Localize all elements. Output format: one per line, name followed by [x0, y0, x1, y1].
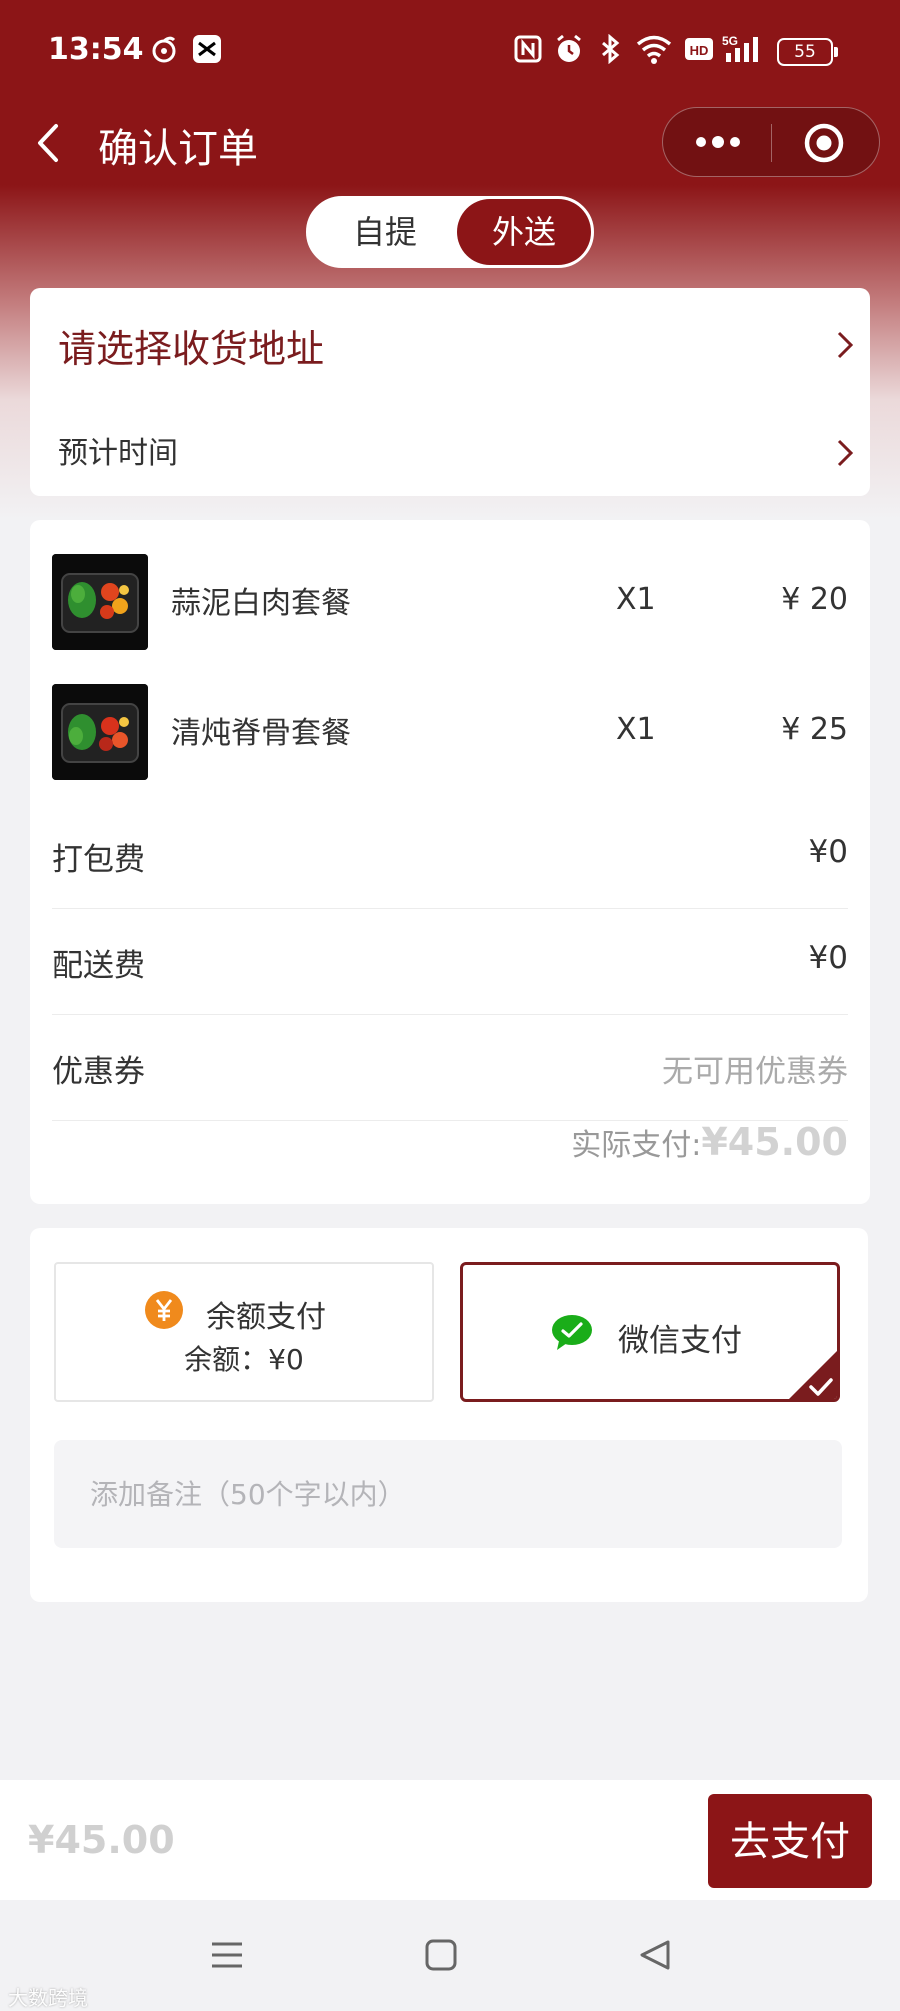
meal-thumbnail-image	[52, 684, 148, 780]
capsule-divider	[771, 124, 772, 162]
balance-pay-option[interactable]: 余额支付 余额：¥0	[54, 1262, 434, 1402]
balance-pay-label: 余额支付	[206, 1300, 326, 1335]
battery-indicator: 55	[777, 38, 838, 66]
bottom-checkout-bar: ¥45.00 去支付	[0, 1780, 900, 1900]
hd-icon: HD	[685, 38, 713, 60]
status-time: 13:54	[48, 32, 144, 67]
delivery-fee-label: 配送费	[52, 948, 145, 984]
go-pay-button[interactable]: 去支付	[708, 1794, 872, 1888]
order-note-input[interactable]	[54, 1440, 842, 1548]
wechat-pay-label: 微信支付	[618, 1323, 742, 1359]
delivery-fee-value: ¥0	[808, 940, 848, 976]
delivery-fee-row: 配送费 ¥0	[52, 908, 848, 1015]
packing-fee-value: ¥0	[808, 834, 848, 870]
back-triangle-icon[interactable]	[638, 1938, 672, 1972]
meal-thumbnail-image	[52, 554, 148, 650]
order-summary-card: 蒜泥白肉套餐 X1 ¥ 20 清炖脊骨套餐 X1 ¥ 25 打包费 ¥0 配送费…	[30, 520, 870, 1204]
item-name: 蒜泥白肉套餐	[171, 586, 351, 621]
bottom-total-amount: ¥45.00	[28, 1818, 175, 1862]
menu-icon[interactable]	[210, 1938, 244, 1972]
yuan-coin-icon	[145, 1291, 183, 1329]
app-notification-icon	[152, 36, 176, 63]
chevron-right-icon[interactable]	[836, 330, 854, 360]
packing-fee-label: 打包费	[52, 842, 145, 878]
coupon-value: 无可用优惠券	[662, 1054, 848, 1090]
actual-payment-amount: ¥45.00	[701, 1120, 848, 1164]
status-bar: 13:54 HD 5G 55	[0, 0, 900, 100]
actual-payment-label: 实际支付:	[571, 1128, 702, 1163]
home-icon[interactable]	[424, 1938, 458, 1972]
item-name: 清炖脊骨套餐	[171, 716, 351, 751]
wechat-pay-option[interactable]: 微信支付	[460, 1262, 840, 1402]
tab-pickup[interactable]: 自提	[317, 199, 453, 265]
selected-check-icon	[789, 1351, 837, 1399]
item-quantity: X1	[616, 582, 656, 617]
system-navigation-bar	[0, 1900, 900, 2010]
delivery-mode-toggle: 自提 外送	[306, 196, 594, 268]
back-button[interactable]	[30, 118, 70, 168]
watermark: 大数跨境	[8, 1986, 88, 2010]
coupon-label: 优惠券	[52, 1054, 145, 1090]
capcut-icon	[193, 35, 221, 63]
more-dots-icon[interactable]	[693, 132, 743, 152]
mini-program-capsule	[662, 107, 880, 177]
packing-fee-row: 打包费 ¥0	[52, 802, 848, 909]
nfc-icon	[514, 35, 542, 63]
item-price: ¥ 25	[781, 712, 848, 747]
chevron-right-icon[interactable]	[836, 438, 854, 468]
payment-card: 余额支付 余额：¥0 微信支付	[30, 1228, 868, 1602]
item-price: ¥ 20	[781, 582, 848, 617]
svg-text:HD: HD	[690, 43, 709, 58]
alarm-icon	[557, 34, 581, 62]
select-address-link[interactable]: 请选择收货地址	[58, 318, 324, 373]
address-card: 请选择收货地址 预计时间	[30, 288, 870, 496]
item-quantity: X1	[616, 712, 656, 747]
eta-row[interactable]: 预计时间	[58, 428, 178, 472]
svg-text:5G: 5G	[722, 34, 738, 48]
page-title: 确认订单	[98, 126, 258, 172]
signal-5g-icon: 5G	[722, 34, 758, 62]
bluetooth-icon	[602, 34, 620, 64]
coupon-row[interactable]: 优惠券 无可用优惠券	[52, 1014, 848, 1121]
wechat-icon	[552, 1315, 592, 1350]
wifi-icon	[636, 35, 672, 64]
actual-payment: 实际支付:¥45.00	[571, 1120, 848, 1164]
target-icon[interactable]	[803, 122, 845, 164]
balance-amount: 余额：¥0	[184, 1343, 304, 1376]
tab-delivery[interactable]: 外送	[457, 199, 591, 265]
